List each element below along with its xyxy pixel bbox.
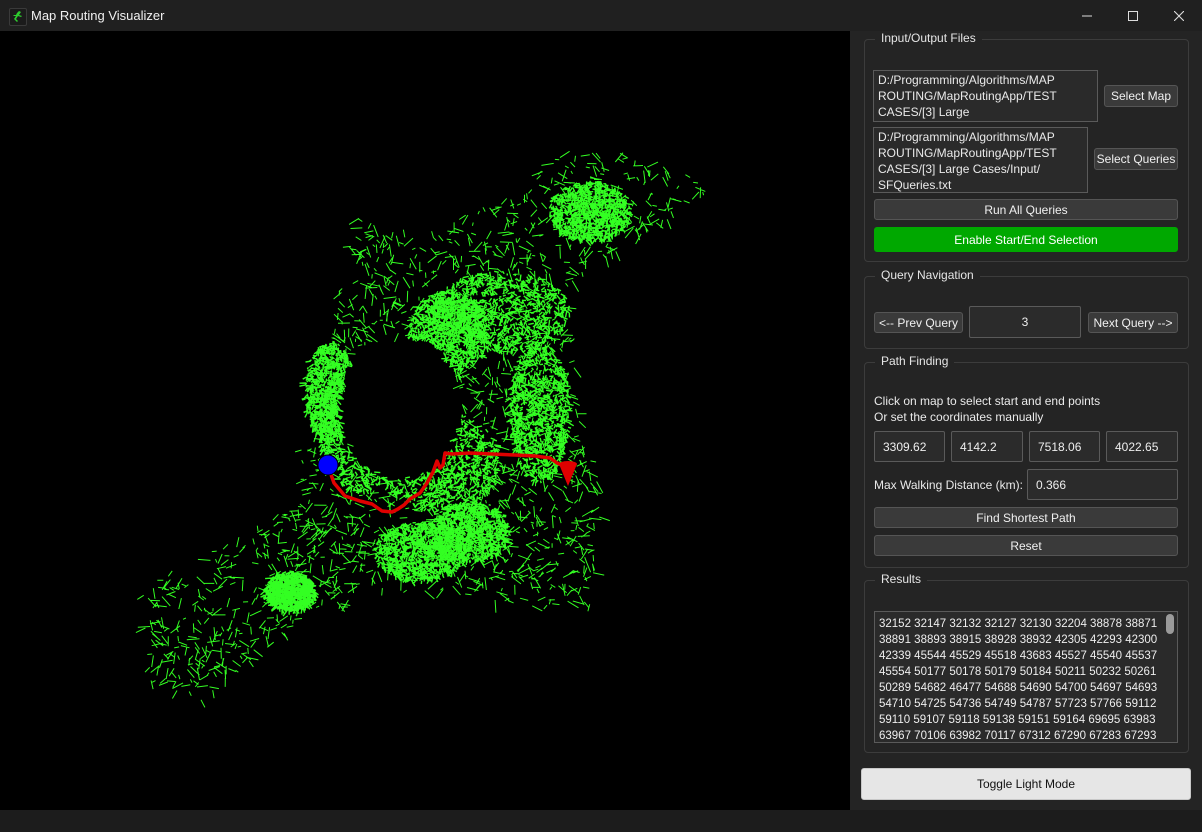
road-segments [135, 150, 706, 708]
map-path-field: D:/Programming/Algorithms/MAP ROUTING/Ma… [873, 70, 1098, 122]
queries-path-field: D:/Programming/Algorithms/MAP ROUTING/Ma… [873, 127, 1088, 193]
dense-road-area [299, 340, 353, 444]
reset-button[interactable]: Reset [874, 535, 1178, 556]
road-network [135, 150, 706, 708]
query-number-field[interactable]: 3 [969, 306, 1081, 338]
start-y-input[interactable]: 4142.2 [951, 431, 1023, 462]
results-scrollbar[interactable] [1165, 614, 1175, 740]
end-point-cap [559, 461, 577, 467]
dense-road-area [260, 570, 319, 617]
minimize-button[interactable] [1064, 0, 1110, 31]
max-walking-input[interactable]: 0.366 [1027, 469, 1178, 500]
find-shortest-path-button[interactable]: Find Shortest Path [874, 507, 1178, 528]
results-group-title: Results [875, 572, 928, 586]
end-point-marker [559, 464, 577, 486]
next-query-button[interactable]: Next Query --> [1088, 312, 1178, 333]
toggle-light-mode-button[interactable]: Toggle Light Mode [861, 768, 1191, 800]
dense-road-area [548, 180, 634, 247]
close-button[interactable] [1156, 0, 1202, 31]
minimize-icon [1082, 11, 1092, 21]
results-scroll-thumb[interactable] [1166, 614, 1174, 634]
navigation-group-title: Query Navigation [875, 268, 980, 282]
start-point-marker [317, 454, 339, 476]
enable-selection-button[interactable]: Enable Start/End Selection [874, 227, 1178, 252]
instruction-line-1: Click on map to select start and end poi… [874, 394, 1101, 408]
select-map-button[interactable]: Select Map [1104, 85, 1178, 107]
end-x-input[interactable]: 7518.06 [1029, 431, 1100, 462]
results-textarea[interactable]: 32152 32147 32132 32127 32130 32204 3887… [874, 611, 1178, 743]
maximize-button[interactable] [1110, 0, 1156, 31]
start-x-input[interactable]: 3309.62 [874, 431, 945, 462]
map-canvas[interactable] [0, 31, 850, 810]
instruction-line-2: Or set the coordinates manually [874, 410, 1044, 424]
run-all-queries-button[interactable]: Run All Queries [874, 199, 1178, 220]
pathfinding-group-title: Path Finding [875, 354, 955, 368]
title-bar: Map Routing Visualizer [0, 0, 1202, 32]
taskbar-strip [0, 810, 1202, 832]
end-y-input[interactable]: 4022.65 [1106, 431, 1178, 462]
max-walking-label: Max Walking Distance (km): [874, 478, 1023, 492]
select-queries-button[interactable]: Select Queries [1094, 148, 1178, 170]
maximize-icon [1128, 10, 1138, 21]
window-title: Map Routing Visualizer [31, 8, 165, 23]
runner-icon [9, 8, 27, 26]
prev-query-button[interactable]: <-- Prev Query [874, 312, 963, 333]
files-group-title: Input/Output Files [875, 31, 982, 45]
close-icon [1174, 10, 1184, 21]
results-text: 32152 32147 32132 32127 32130 32204 3887… [879, 618, 1158, 742]
